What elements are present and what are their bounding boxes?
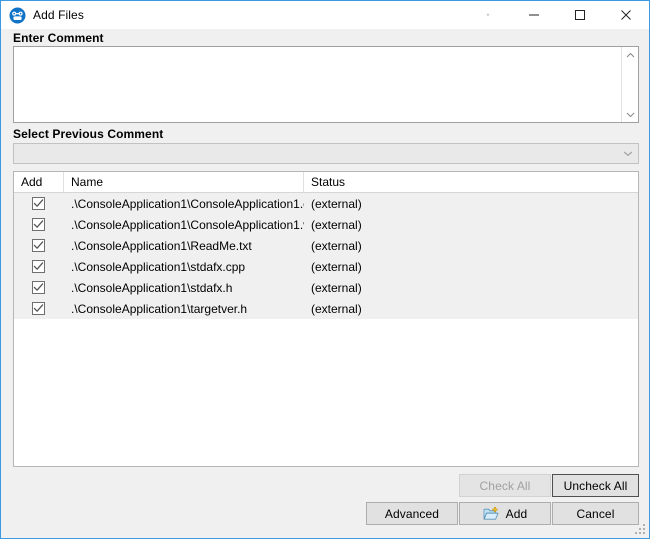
help-marker[interactable]: • [465, 1, 511, 30]
file-list[interactable]: Add Name Status .\ConsoleApplication1\Co… [13, 171, 639, 467]
row-status-cell: (external) [304, 193, 638, 214]
scroll-up-icon[interactable] [622, 47, 638, 63]
row-checkbox[interactable] [32, 260, 45, 273]
table-row[interactable]: .\ConsoleApplication1\stdafx.h(external) [14, 277, 638, 298]
row-status-cell: (external) [304, 277, 638, 298]
row-status-cell: (external) [304, 256, 638, 277]
row-add-cell [14, 193, 64, 214]
table-row[interactable]: .\ConsoleApplication1\ConsoleApplication… [14, 214, 638, 235]
minimize-icon [528, 9, 540, 21]
checkmark-icon [33, 219, 44, 230]
row-checkbox[interactable] [32, 197, 45, 210]
cancel-button[interactable]: Cancel [552, 502, 639, 525]
row-name-cell: .\ConsoleApplication1\stdafx.cpp [64, 256, 304, 277]
row-checkbox[interactable] [32, 302, 45, 315]
column-header-status[interactable]: Status [304, 172, 638, 192]
row-name-cell: .\ConsoleApplication1\ConsoleApplication… [64, 214, 304, 235]
row-name-cell: .\ConsoleApplication1\stdafx.h [64, 277, 304, 298]
checkmark-icon [33, 240, 44, 251]
add-button[interactable]: Add [459, 502, 551, 525]
titlebar: Add Files • [1, 0, 649, 29]
checkmark-icon [33, 303, 44, 314]
advanced-button[interactable]: Advanced [366, 502, 458, 525]
minimize-button[interactable] [511, 1, 557, 30]
row-add-cell [14, 214, 64, 235]
row-add-cell [14, 277, 64, 298]
previous-comment-label: Select Previous Comment [13, 127, 163, 141]
row-name-cell: .\ConsoleApplication1\ReadMe.txt [64, 235, 304, 256]
checkmark-icon [33, 261, 44, 272]
scroll-down-icon[interactable] [622, 106, 638, 122]
row-add-cell [14, 235, 64, 256]
file-list-rows: .\ConsoleApplication1\ConsoleApplication… [14, 193, 638, 319]
maximize-icon [574, 9, 586, 21]
comment-scrollbar[interactable] [621, 47, 638, 122]
check-all-button[interactable]: Check All [459, 474, 551, 497]
row-checkbox[interactable] [32, 239, 45, 252]
column-header-name[interactable]: Name [64, 172, 304, 192]
table-row[interactable]: .\ConsoleApplication1\ConsoleApplication… [14, 193, 638, 214]
uncheck-all-button[interactable]: Uncheck All [552, 474, 639, 497]
row-status-cell: (external) [304, 214, 638, 235]
add-files-dialog: Add Files • Enter Comment [0, 0, 650, 539]
file-list-header: Add Name Status [14, 172, 638, 193]
row-status-cell: (external) [304, 298, 638, 319]
table-row[interactable]: .\ConsoleApplication1\targetver.h(extern… [14, 298, 638, 319]
resize-grip-icon[interactable] [634, 523, 646, 535]
enter-comment-label: Enter Comment [13, 31, 104, 45]
row-add-cell [14, 298, 64, 319]
row-checkbox[interactable] [32, 218, 45, 231]
row-add-cell [14, 256, 64, 277]
tortoise-svn-icon [9, 7, 26, 24]
previous-comment-dropdown[interactable] [13, 143, 639, 164]
checkmark-icon [33, 282, 44, 293]
comment-input[interactable] [14, 47, 621, 122]
row-checkbox[interactable] [32, 281, 45, 294]
row-name-cell: .\ConsoleApplication1\ConsoleApplication… [64, 193, 304, 214]
add-folder-icon [483, 506, 499, 522]
chevron-down-icon[interactable] [618, 150, 638, 157]
checkmark-icon [33, 198, 44, 209]
comment-box [13, 46, 639, 123]
close-button[interactable] [603, 1, 649, 30]
add-button-label: Add [506, 507, 528, 521]
column-header-add[interactable]: Add [14, 172, 64, 192]
window-title: Add Files [33, 8, 84, 22]
close-icon [620, 9, 632, 21]
row-name-cell: .\ConsoleApplication1\targetver.h [64, 298, 304, 319]
table-row[interactable]: .\ConsoleApplication1\ReadMe.txt(externa… [14, 235, 638, 256]
row-status-cell: (external) [304, 235, 638, 256]
maximize-button[interactable] [557, 1, 603, 30]
table-row[interactable]: .\ConsoleApplication1\stdafx.cpp(externa… [14, 256, 638, 277]
